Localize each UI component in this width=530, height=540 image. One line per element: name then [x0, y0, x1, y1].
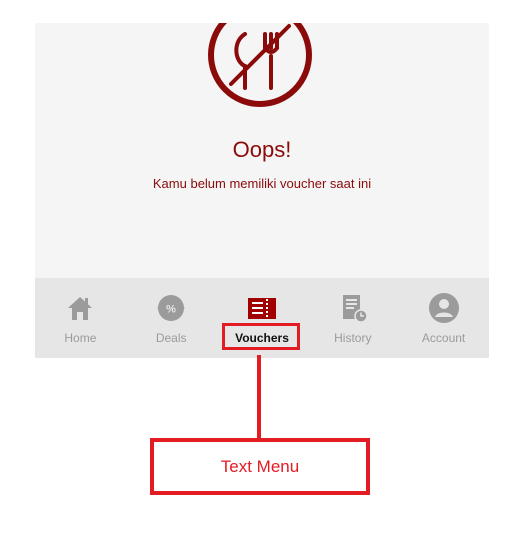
- empty-voucher-state: Oops! Kamu belum memiliki voucher saat i…: [35, 23, 489, 278]
- callout-label: Text Menu: [220, 457, 300, 476]
- nav-item-account[interactable]: Account: [398, 278, 489, 358]
- nav-label-home: Home: [64, 331, 97, 345]
- text-menu-callout: Text Menu: [150, 438, 370, 495]
- account-user-icon: [428, 293, 459, 323]
- home-icon: [68, 297, 93, 320]
- bottom-navigation: Home % Deals Vouchers History Account: [35, 278, 489, 358]
- svg-text:%: %: [166, 304, 176, 316]
- annotation-connector-line: [257, 355, 261, 440]
- nav-label-account: Account: [421, 331, 466, 345]
- empty-state-message: Kamu belum memiliki voucher saat ini: [152, 176, 372, 191]
- nav-item-deals[interactable]: % Deals: [126, 278, 217, 358]
- nav-label-vouchers: Vouchers: [235, 331, 289, 345]
- nav-item-history[interactable]: History: [307, 278, 398, 358]
- nav-label-deals: Deals: [155, 331, 187, 345]
- empty-state-title: Oops!: [232, 137, 292, 162]
- app-screen: Oops! Kamu belum memiliki voucher saat i…: [35, 23, 489, 358]
- nav-label-history: History: [334, 331, 372, 345]
- nav-item-vouchers[interactable]: Vouchers: [217, 278, 308, 358]
- voucher-ticket-icon: [247, 298, 276, 319]
- no-food-icon: [208, 23, 312, 107]
- history-document-icon: [342, 295, 368, 323]
- deals-badge-icon: %: [157, 295, 186, 321]
- nav-item-home[interactable]: Home: [35, 278, 126, 358]
